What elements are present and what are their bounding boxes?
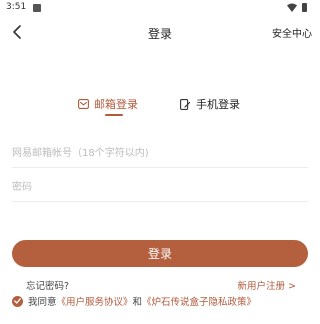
security-center-link[interactable]: 安全中心 xyxy=(272,25,312,40)
password-input[interactable] xyxy=(12,174,308,201)
mail-icon xyxy=(78,99,89,109)
back-button[interactable] xyxy=(6,22,28,44)
notification-icon xyxy=(33,4,41,12)
account-field xyxy=(12,140,308,168)
active-tab-indicator xyxy=(105,114,123,116)
top-bar: 登录 安全中心 xyxy=(0,18,320,48)
password-field xyxy=(12,174,308,202)
battery-icon xyxy=(302,3,307,12)
terms-link[interactable]: 《用户服务协议》 xyxy=(57,294,133,308)
login-tabs: 邮箱登录 手机登录 xyxy=(0,92,320,118)
agree-checkbox[interactable] xyxy=(12,295,23,307)
forgot-password-link[interactable]: 忘记密码? xyxy=(26,278,69,292)
agree-prefix: 我同意 xyxy=(28,297,57,308)
privacy-link[interactable]: 《炉石传说盒子隐私政策》 xyxy=(142,294,256,308)
check-icon xyxy=(14,298,21,304)
register-link[interactable]: 新用户注册 > xyxy=(238,278,296,292)
agree-and: 和 xyxy=(132,297,143,308)
status-time: 3:51 xyxy=(6,2,27,12)
tab-phone-login[interactable]: 手机登录 xyxy=(180,92,240,116)
auxiliary-links: 忘记密码? 新用户注册 > xyxy=(0,278,320,292)
wifi-icon xyxy=(287,3,297,15)
tab-phone-label: 手机登录 xyxy=(196,98,240,111)
agreement-row: 我同意 《用户服务协议》 和 《炉石传说盒子隐私政策》 xyxy=(12,293,256,309)
account-input[interactable] xyxy=(12,140,308,167)
tab-email-label: 邮箱登录 xyxy=(94,98,138,111)
status-bar: 3:51 xyxy=(0,0,320,16)
login-button[interactable]: 登录 xyxy=(12,240,308,267)
phone-edit-icon xyxy=(180,98,191,110)
chevron-left-icon xyxy=(12,24,22,43)
tab-email-login[interactable]: 邮箱登录 xyxy=(78,92,138,116)
